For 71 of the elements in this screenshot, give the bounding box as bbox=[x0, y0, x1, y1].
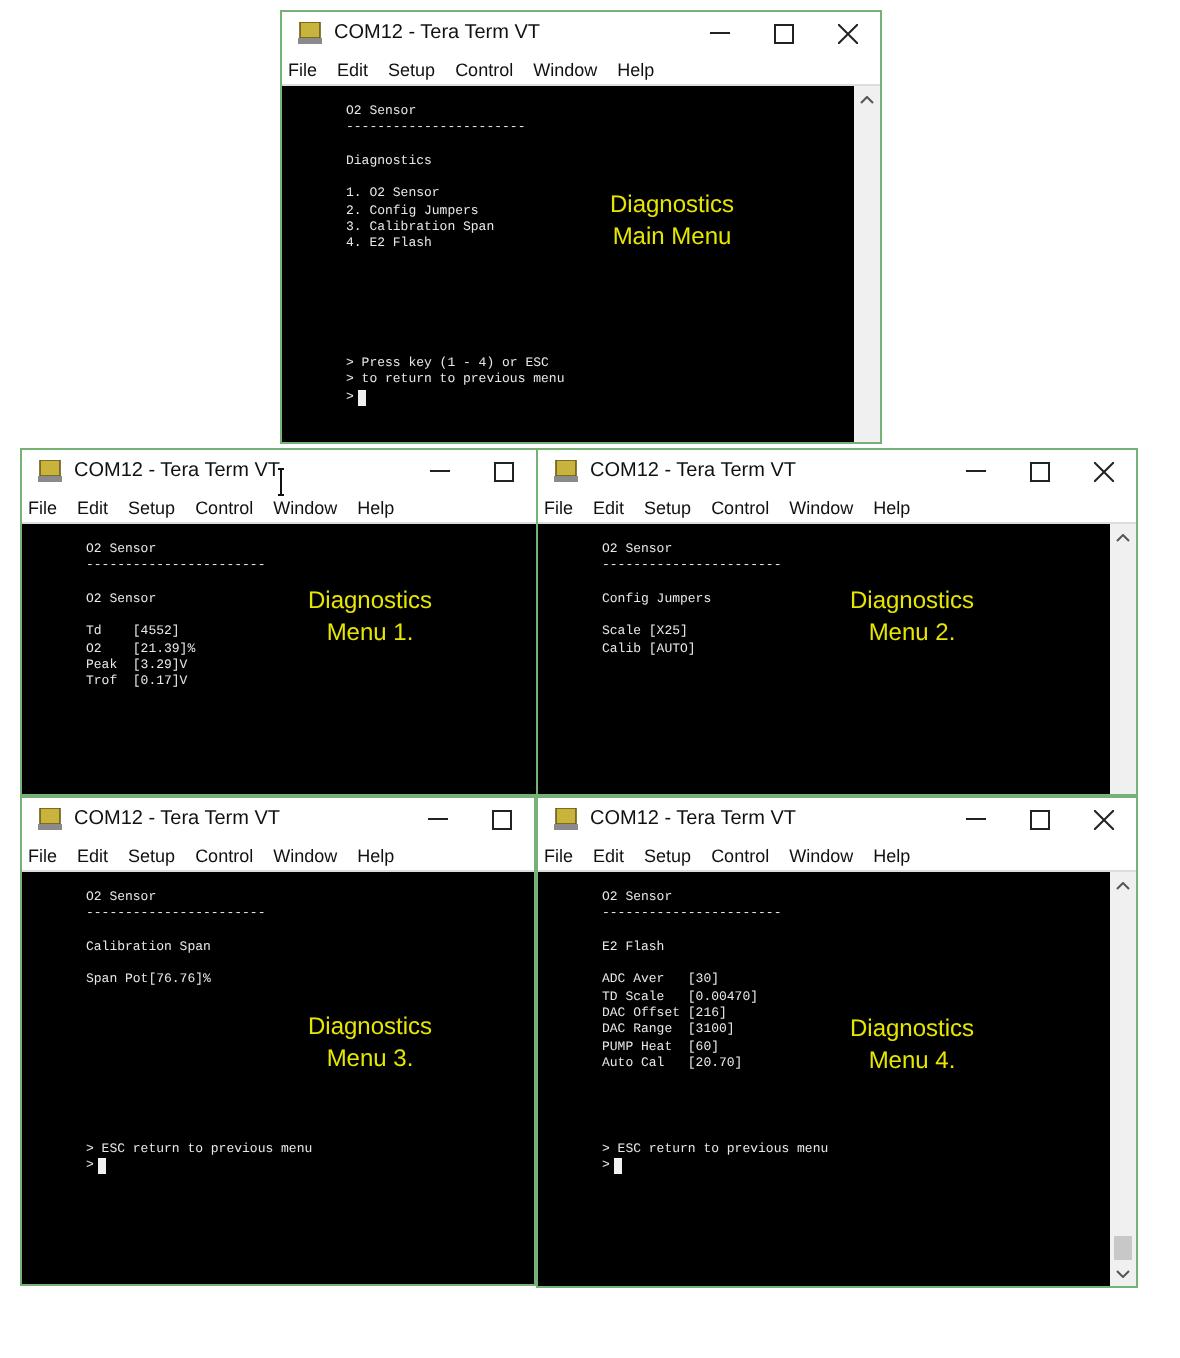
menu-item[interactable]: File bbox=[28, 845, 58, 865]
menu-item[interactable]: Window bbox=[789, 497, 854, 517]
menu-item[interactable]: File bbox=[28, 497, 58, 517]
text-cursor bbox=[357, 389, 366, 406]
scrollbar[interactable] bbox=[854, 86, 880, 442]
window-title: COM12 - Tera Term VT bbox=[74, 808, 280, 830]
terminal-app-icon bbox=[38, 460, 62, 482]
minimize-icon bbox=[710, 32, 730, 34]
menu-item[interactable]: Setup bbox=[644, 845, 692, 865]
annotation-label: Diagnostics bbox=[609, 188, 735, 220]
menu-item[interactable]: Setup bbox=[128, 497, 176, 517]
terminal-app-icon bbox=[38, 808, 62, 830]
menu-item[interactable]: Control bbox=[455, 59, 514, 79]
close-icon bbox=[1094, 809, 1114, 829]
text-cursor bbox=[97, 1158, 106, 1175]
scroll-thumb[interactable] bbox=[1114, 1236, 1132, 1260]
text-cursor-icon bbox=[278, 468, 284, 496]
menu-item[interactable]: Setup bbox=[644, 497, 692, 517]
menu-item[interactable]: File bbox=[544, 497, 574, 517]
menu-item[interactable]: Help bbox=[873, 497, 911, 517]
menu-item[interactable]: Edit bbox=[593, 845, 625, 865]
minimize-icon bbox=[966, 470, 986, 472]
terminal-app-icon bbox=[554, 460, 578, 482]
scrollbar[interactable] bbox=[1110, 872, 1136, 1286]
annotation-label: Diagnostics bbox=[307, 1010, 433, 1042]
menu-item[interactable]: Window bbox=[273, 497, 338, 517]
annotation-label: Menu 1. bbox=[324, 616, 416, 648]
menu-item[interactable]: Window bbox=[273, 845, 338, 865]
minimize-icon bbox=[430, 470, 450, 472]
close-icon bbox=[1094, 461, 1114, 481]
menu-item[interactable]: Edit bbox=[337, 59, 369, 79]
minimize-icon bbox=[966, 818, 986, 820]
terminal-app-icon bbox=[554, 808, 578, 830]
maximize-icon bbox=[494, 461, 514, 481]
menu-item[interactable]: Control bbox=[195, 497, 254, 517]
menu-item[interactable]: Help bbox=[617, 59, 655, 79]
menu-item[interactable]: Edit bbox=[593, 497, 625, 517]
annotation-label: Main Menu bbox=[610, 220, 734, 252]
maximize-icon bbox=[1030, 461, 1050, 481]
window-title: COM12 - Tera Term VT bbox=[74, 460, 280, 482]
annotation-label: Menu 2. bbox=[866, 616, 958, 648]
window-title: COM12 - Tera Term VT bbox=[334, 22, 540, 44]
annotation-label: Diagnostics bbox=[849, 584, 975, 616]
menu-item[interactable]: Control bbox=[195, 845, 254, 865]
minimize-icon bbox=[428, 818, 448, 820]
menu-item[interactable]: Help bbox=[357, 845, 395, 865]
terminal-app-icon bbox=[298, 22, 322, 44]
annotation-label: Menu 4. bbox=[866, 1044, 958, 1076]
text-cursor bbox=[613, 1158, 622, 1175]
window-title: COM12 - Tera Term VT bbox=[590, 460, 796, 482]
maximize-icon bbox=[492, 809, 512, 829]
menu-item[interactable]: Setup bbox=[388, 59, 436, 79]
menu-item[interactable]: Control bbox=[711, 497, 770, 517]
annotation-label: Diagnostics bbox=[307, 584, 433, 616]
maximize-icon bbox=[774, 23, 794, 43]
menu-item[interactable]: Window bbox=[533, 59, 598, 79]
menu-item[interactable]: Edit bbox=[77, 497, 109, 517]
menu-item[interactable]: Help bbox=[357, 497, 395, 517]
annotation-label: Menu 3. bbox=[324, 1042, 416, 1074]
menu-item[interactable]: Setup bbox=[128, 845, 176, 865]
annotation-label: Diagnostics bbox=[849, 1012, 975, 1044]
menu-item[interactable]: Window bbox=[789, 845, 854, 865]
menu-item[interactable]: File bbox=[288, 59, 318, 79]
menu-item[interactable]: Edit bbox=[77, 845, 109, 865]
menu-item[interactable]: File bbox=[544, 845, 574, 865]
scrollbar[interactable] bbox=[1110, 524, 1136, 794]
window-title: COM12 - Tera Term VT bbox=[590, 808, 796, 830]
maximize-icon bbox=[1030, 809, 1050, 829]
close-icon bbox=[838, 23, 858, 43]
menu-item[interactable]: Help bbox=[873, 845, 911, 865]
menu-item[interactable]: Control bbox=[711, 845, 770, 865]
